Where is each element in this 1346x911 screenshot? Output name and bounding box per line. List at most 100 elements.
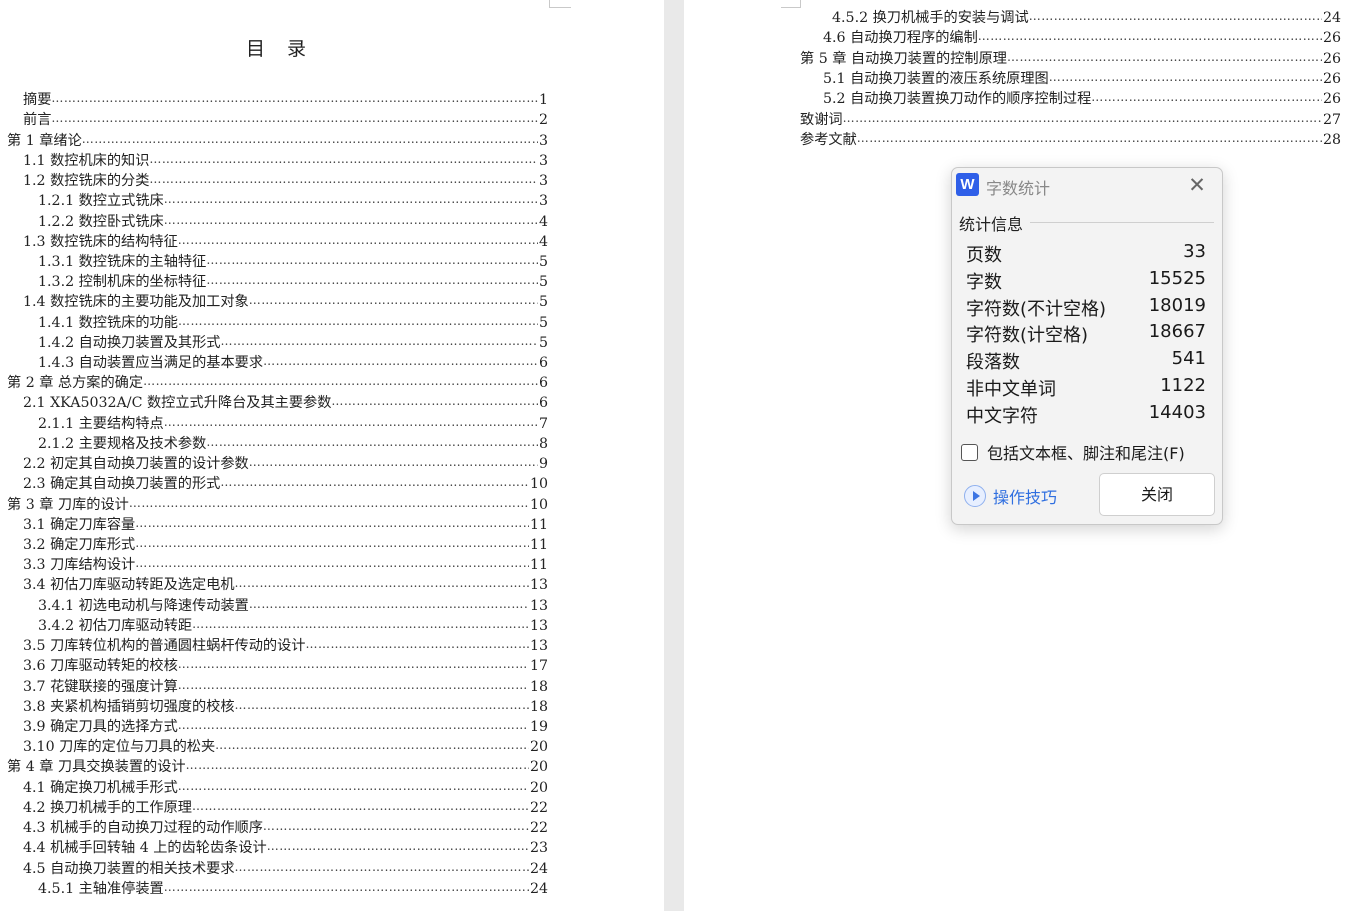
toc-entry-title: 1.4 数控铣床的主要功能及加工对象: [23, 294, 249, 311]
toc-entry-title: 摘要: [23, 92, 52, 109]
toc-entry[interactable]: 1.3 数控铣床的结构特征…………………………………………………………………………: [23, 231, 548, 251]
toc-entry[interactable]: 3.3 刀库结构设计…………………………………………………………………………………: [23, 554, 548, 574]
toc-entry[interactable]: 3.10 刀库的定位与刀具的松夹…………………………………………………………………: [23, 736, 548, 756]
toc-entry[interactable]: 3.6 刀库驱动转矩的校核…………………………………………………………………………: [23, 655, 548, 675]
toc-entry[interactable]: 1.3.2 控制机床的坐标特征……………………………………………………………………: [38, 271, 548, 291]
toc-entry-title: 第 5 章 自动换刀装置的控制原理: [800, 50, 1007, 67]
toc-entry-page: 6: [538, 375, 548, 392]
page-margin-marker: [549, 0, 571, 8]
toc-entry[interactable]: 3.4.1 初选电动机与降速传动装置……………………………………………………………: [38, 595, 548, 615]
toc-entry[interactable]: 4.1 确定换刀机械手形式…………………………………………………………………………: [23, 776, 548, 796]
toc-entry[interactable]: 2.2 初定其自动换刀装置的设计参数……………………………………………………………: [23, 453, 548, 473]
include-textbox-checkbox[interactable]: [961, 443, 978, 461]
toc-entry[interactable]: 3.8 夹紧机构插销剪切强度的校核………………………………………………………………: [23, 696, 548, 716]
include-textbox-option[interactable]: 包括文本框、脚注和尾注(F): [961, 440, 1185, 464]
toc-entry[interactable]: 2.1.1 主要结构特点……………………………………………………………………………: [38, 413, 548, 433]
toc-entry[interactable]: 参考文献…………………………………………………………………………………………………: [800, 129, 1341, 149]
toc-entry[interactable]: 1.4.3 自动装置应当满足的基本要求…………………………………………………………: [38, 352, 548, 372]
dialog-title: 字数统计: [986, 179, 1051, 198]
toc-entry[interactable]: 4.5.1 主轴准停装置……………………………………………………………………………: [38, 878, 548, 898]
toc-entry[interactable]: 2.1.2 主要规格及技术参数……………………………………………………………………: [38, 433, 548, 453]
stat-value: 541: [1171, 348, 1206, 370]
toc-entry[interactable]: 4.4 机械手回转轴 4 上的齿轮齿条设计……………………………………………………: [23, 837, 548, 857]
toc-entry[interactable]: 4.5.2 换刀机械手的安装与调试………………………………………………………………: [832, 7, 1341, 27]
toc-entry-page: 11: [529, 537, 548, 554]
stats-section-label: 统计信息: [959, 215, 1024, 234]
toc-entry-title: 参考文献: [800, 131, 857, 148]
toc-entry-page: 13: [529, 617, 548, 634]
toc-entry[interactable]: 4.6 自动换刀程序的编制…………………………………………………………………………: [823, 27, 1341, 47]
toc-entry[interactable]: 第 4 章 刀具交换装置的设计……………………………………………………………………: [7, 756, 548, 776]
toc-entry-title: 1.2.1 数控立式铣床: [38, 193, 164, 210]
toc-leader-dots: ……………………………………………………………………………………………………………: [1091, 90, 1322, 105]
toc-entry[interactable]: 3.4 初估刀库驱动转距及选定电机………………………………………………………………: [23, 574, 548, 594]
toc-entry-page: 27: [1322, 111, 1341, 128]
toc-leader-dots: ……………………………………………………………………………………………………………: [51, 91, 538, 106]
toc-entry-title: 4.2 换刀机械手的工作原理: [23, 799, 192, 816]
toc-entry-title: 3.4 初估刀库驱动转距及选定电机: [23, 577, 235, 594]
toc-entry[interactable]: 1.2.1 数控立式铣床……………………………………………………………………………: [38, 190, 548, 210]
toc-entry-title: 4.5.2 换刀机械手的安装与调试: [832, 10, 1029, 27]
toc-entry[interactable]: 4.2 换刀机械手的工作原理………………………………………………………………………: [23, 797, 548, 817]
toc-leader-dots: ……………………………………………………………………………………………………………: [1028, 9, 1322, 24]
toc-entry[interactable]: 致谢词……………………………………………………………………………………………………: [800, 109, 1341, 129]
toc-leader-dots: ……………………………………………………………………………………………………………: [215, 738, 529, 753]
toc-leader-dots: ……………………………………………………………………………………………………………: [220, 475, 529, 490]
toc-leader-dots: ……………………………………………………………………………………………………………: [149, 151, 538, 166]
toc-entry[interactable]: 1.2.2 数控卧式铣床……………………………………………………………………………: [38, 210, 548, 230]
toc-entry[interactable]: 1.2 数控铣床的分类………………………………………………………………………………: [23, 170, 548, 190]
toc-entry[interactable]: 5.2 自动换刀装置换刀动作的顺序控制过程……………………………………………………: [823, 88, 1341, 108]
toc-entry-page: 22: [529, 799, 548, 816]
toc-entry-page: 20: [529, 779, 548, 796]
page-margin-marker: [781, 0, 801, 8]
toc-entry[interactable]: 3.9 确定刀具的选择方式…………………………………………………………………………: [23, 716, 548, 736]
close-button[interactable]: 关闭: [1099, 473, 1215, 516]
toc-entry-title: 2.2 初定其自动换刀装置的设计参数: [23, 456, 249, 473]
toc-leader-dots: ……………………………………………………………………………………………………………: [177, 232, 538, 247]
section-divider: [1030, 222, 1214, 223]
toc-entry[interactable]: 3.4.2 初估刀库驱动转距………………………………………………………………………: [38, 615, 548, 635]
stat-label: 字符数(不计空格): [966, 298, 1107, 320]
toc-entry-title: 1.3.1 数控铣床的主轴特征: [38, 253, 207, 270]
toc-entry[interactable]: 3.5 刀库转位机构的普通圆柱蜗杆传动的设计…………………………………………………: [23, 635, 548, 655]
toc-entry-title: 5.2 自动换刀装置换刀动作的顺序控制过程: [823, 91, 1092, 108]
toc-entry[interactable]: 4.5 自动换刀装置的相关技术要求………………………………………………………………: [23, 857, 548, 877]
toc-entry[interactable]: 摘要………………………………………………………………………………………………………: [23, 89, 548, 109]
toc-entry[interactable]: 1.4.1 数控铣床的功能…………………………………………………………………………: [38, 311, 548, 331]
stat-label: 段落数: [966, 352, 1020, 374]
toc-entry[interactable]: 前言………………………………………………………………………………………………………: [23, 109, 548, 129]
toc-entry-page: 10: [529, 476, 548, 493]
toc-entry-page: 28: [1322, 131, 1341, 148]
toc-entry-title: 4.1 确定换刀机械手形式: [23, 779, 178, 796]
stat-row: 中文字符 14403: [966, 402, 1206, 427]
toc-entry[interactable]: 3.2 确定刀库形式…………………………………………………………………………………: [23, 534, 548, 554]
toc-entry[interactable]: 3.1 确定刀库容量…………………………………………………………………………………: [23, 514, 548, 534]
toc-entry-page: 6: [538, 355, 548, 372]
toc-entry-title: 3.3 刀库结构设计: [23, 557, 136, 574]
toc-entry[interactable]: 第 1 章绪论…………………………………………………………………………………………: [7, 129, 548, 149]
toc-entry[interactable]: 3.7 花键联接的强度计算…………………………………………………………………………: [23, 675, 548, 695]
toc-entry-title: 3.4.2 初估刀库驱动转距: [38, 617, 193, 634]
toc-entry[interactable]: 第 5 章 自动换刀装置的控制原理………………………………………………………………: [800, 48, 1341, 68]
toc-entry[interactable]: 4.3 机械手的自动换刀过程的动作顺序…………………………………………………………: [23, 817, 548, 837]
toc-entry[interactable]: 1.4 数控铣床的主要功能及加工对象……………………………………………………………: [23, 291, 548, 311]
toc-entry[interactable]: 1.4.2 自动换刀装置及其形式…………………………………………………………………: [38, 332, 548, 352]
toc-leader-dots: ……………………………………………………………………………………………………………: [220, 333, 538, 348]
toc-entry-title: 1.2 数控铣床的分类: [23, 173, 150, 190]
document-page-left: 目 录 摘要……………………………………………………………………………………………: [0, 0, 664, 911]
toc-entry[interactable]: 1.1 数控机床的知识………………………………………………………………………………: [23, 150, 548, 170]
toc-entry[interactable]: 2.3 确定其自动换刀装置的形式…………………………………………………………………: [23, 473, 548, 493]
toc-leader-dots: ……………………………………………………………………………………………………………: [81, 131, 538, 146]
toc-entry[interactable]: 2.1 XKA5032A/C 数控立式升降台及其主要参数…………………………………: [23, 392, 548, 412]
toc-entry[interactable]: 第 3 章 刀库的设计………………………………………………………………………………: [7, 493, 548, 513]
tips-link[interactable]: 操作技巧: [964, 484, 1057, 508]
toc-entry-page: 13: [529, 638, 548, 655]
toc-entry-title: 第 1 章绪论: [7, 132, 82, 149]
toc-entry[interactable]: 1.3.1 数控铣床的主轴特征……………………………………………………………………: [38, 251, 548, 271]
stat-row: 字符数(计空格) 18667: [966, 321, 1206, 346]
toc-leader-dots: ……………………………………………………………………………………………………………: [206, 434, 538, 449]
close-icon[interactable]: ✕: [1186, 174, 1208, 196]
toc-entry[interactable]: 5.1 自动换刀装置的液压系统原理图……………………………………………………………: [823, 68, 1341, 88]
toc-entry-title: 1.1 数控机床的知识: [23, 152, 150, 169]
toc-entry[interactable]: 第 2 章 总方案的确定……………………………………………………………………………: [7, 372, 548, 392]
